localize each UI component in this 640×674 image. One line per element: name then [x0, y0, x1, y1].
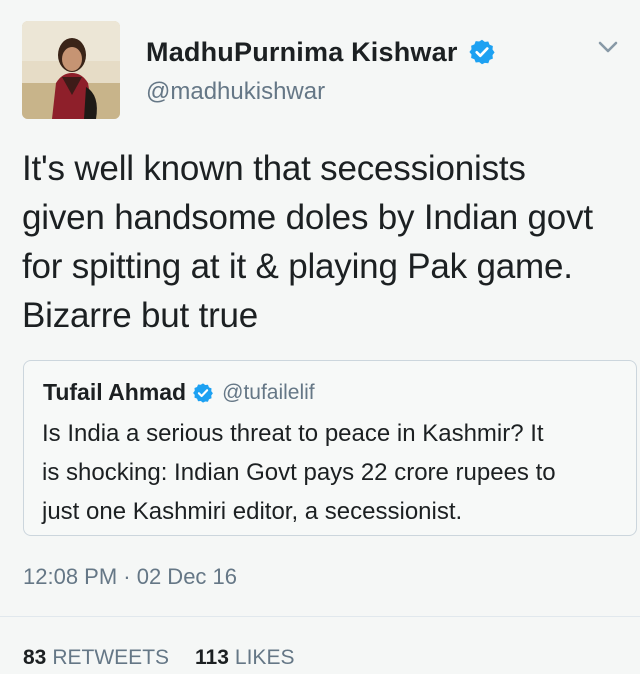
quoted-author-name[interactable]: Tufail Ahmad — [43, 379, 186, 406]
verified-badge-icon — [192, 382, 214, 404]
verified-badge-icon — [468, 38, 496, 66]
author-name-row: MadhuPurnima Kishwar — [146, 32, 496, 72]
author-handle[interactable]: @madhukishwar — [146, 78, 325, 106]
likes-count: 113 — [195, 646, 229, 669]
likes-label: LIKES — [234, 646, 295, 669]
quoted-author-handle[interactable]: @tufailelif — [222, 381, 315, 405]
avatar-image — [22, 21, 120, 119]
divider — [0, 616, 640, 617]
tweet-timestamp[interactable]: 12:08 PM · 02 Dec 16 — [23, 564, 237, 590]
quoted-tweet[interactable]: Tufail Ahmad @tufailelif Is India a seri… — [23, 360, 637, 536]
quoted-tweet-text: Is India a serious threat to peace in Ka… — [42, 420, 556, 525]
tweet-text: It's well known that secessionists given… — [22, 149, 593, 335]
chevron-down-icon[interactable] — [594, 38, 622, 58]
retweets-stat[interactable]: 83 RETWEETS — [23, 646, 169, 670]
tweet-stats: 83 RETWEETS 113 LIKES — [23, 646, 294, 670]
author-avatar[interactable] — [22, 21, 120, 119]
retweets-label: RETWEETS — [52, 646, 170, 669]
author-name[interactable]: MadhuPurnima Kishwar — [146, 37, 458, 68]
likes-stat[interactable]: 113 LIKES — [195, 646, 294, 670]
quoted-tweet-header: Tufail Ahmad @tufailelif — [43, 379, 315, 406]
retweets-count: 83 — [23, 646, 47, 669]
